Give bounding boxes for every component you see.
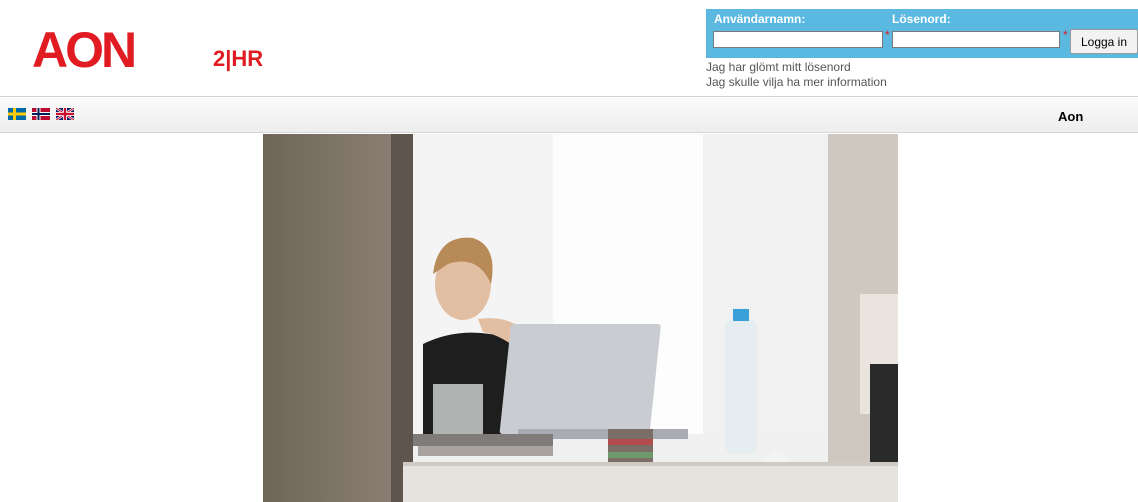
product-logo: 2|HR [213, 46, 264, 71]
password-required-marker: * [1063, 28, 1068, 42]
more-info-link[interactable]: Jag skulle vilja ha mer information [706, 75, 887, 89]
aon-logo[interactable]: AON [32, 22, 137, 78]
company-name: Aon [1058, 109, 1084, 124]
login-button[interactable]: Logga in [1070, 29, 1138, 54]
password-input[interactable] [892, 31, 1060, 48]
username-input[interactable] [713, 31, 883, 48]
british-flag-icon[interactable] [56, 108, 74, 120]
username-label: Användarnamn: [714, 12, 806, 26]
swedish-flag-icon[interactable] [8, 108, 26, 120]
hero-image [263, 134, 898, 502]
hero-photo [263, 134, 898, 502]
username-required-marker: * [885, 28, 890, 42]
norwegian-flag-icon[interactable] [32, 108, 50, 120]
forgot-password-link[interactable]: Jag har glömt mitt lösenord [706, 60, 851, 74]
header: AON 2|HR Användarnamn: Lösenord: * * Log… [0, 0, 1138, 96]
password-label: Lösenord: [892, 12, 951, 26]
nav-bar: Aon [0, 96, 1138, 133]
login-form: Användarnamn: Lösenord: * * Logga in [706, 9, 1138, 58]
